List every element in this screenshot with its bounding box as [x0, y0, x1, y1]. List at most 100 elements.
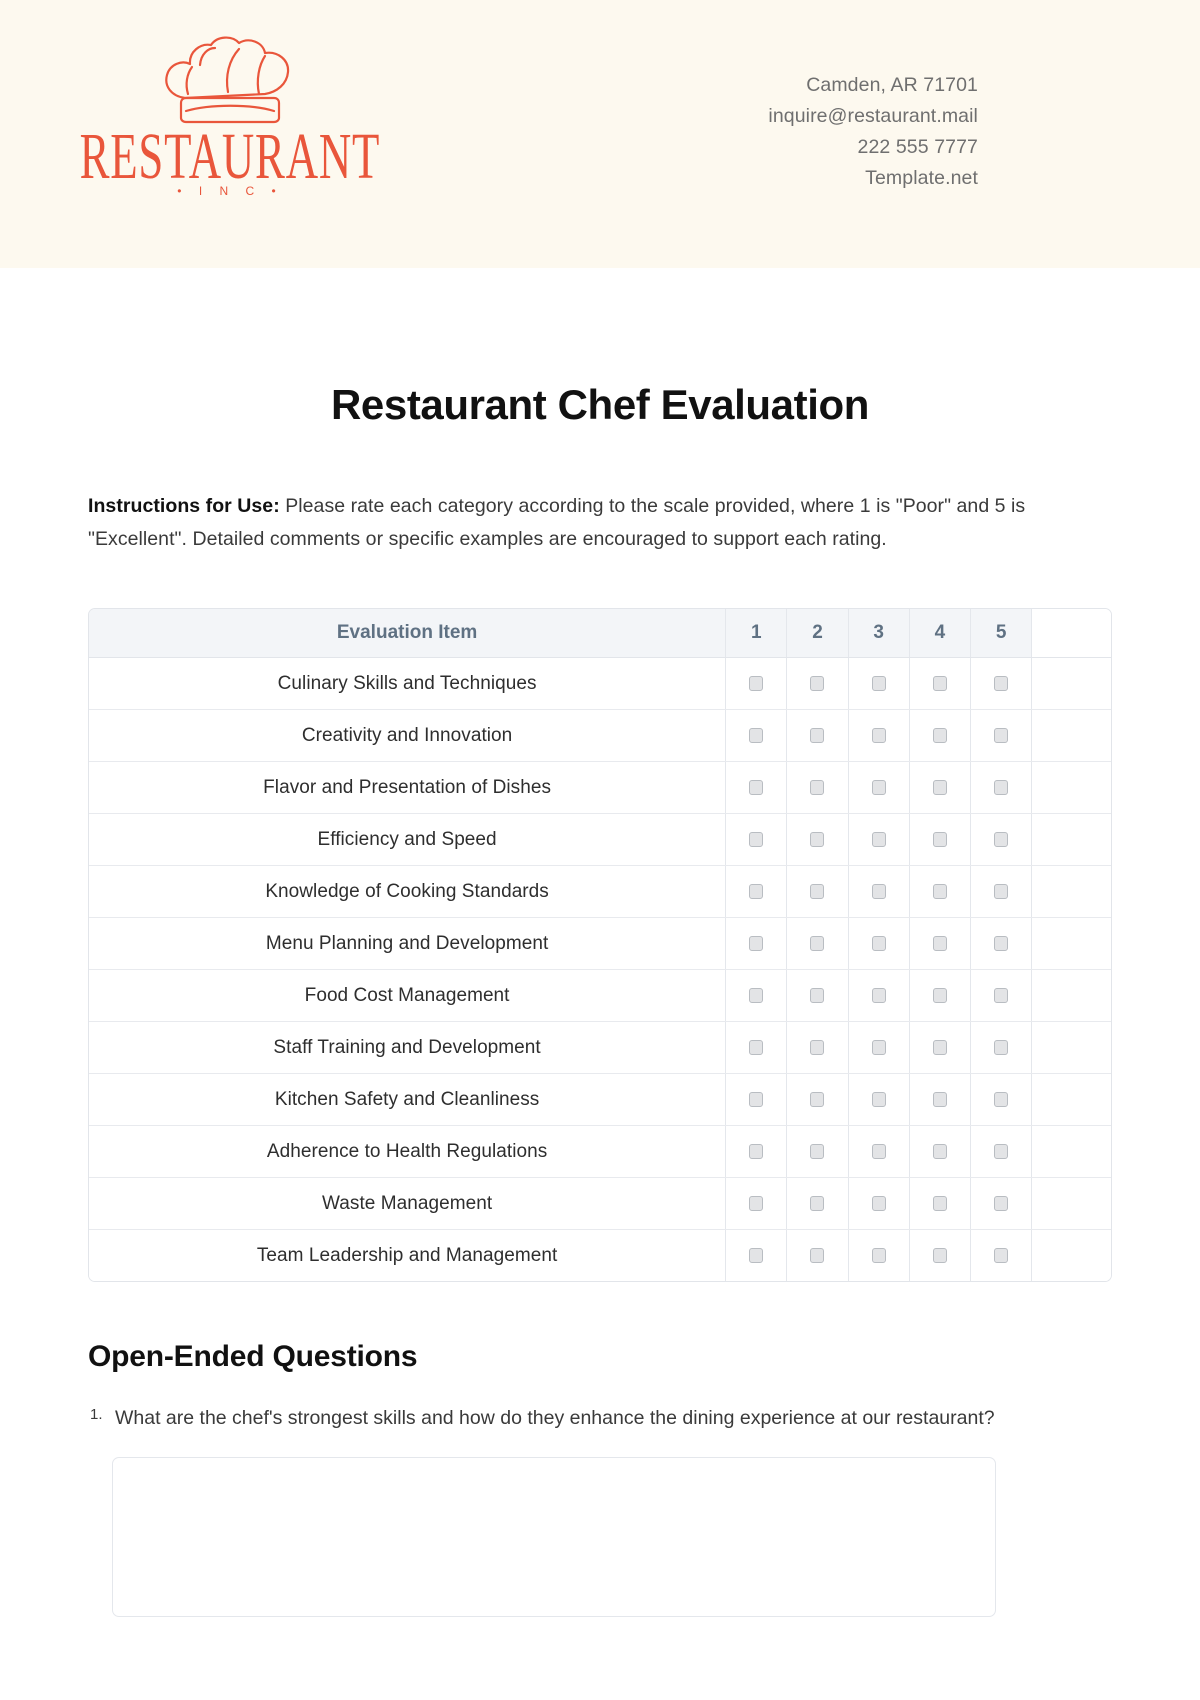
- rating-cell-4[interactable]: [909, 1177, 972, 1230]
- rating-cell-4[interactable]: [909, 1125, 972, 1178]
- rating-checkbox-5[interactable]: [994, 779, 1009, 795]
- rating-checkbox-1[interactable]: [749, 1195, 764, 1211]
- rating-cell-3[interactable]: [848, 1177, 910, 1230]
- rating-cell-1[interactable]: [725, 865, 788, 918]
- rating-checkbox-2[interactable]: [810, 831, 825, 847]
- rating-cell-3[interactable]: [848, 761, 910, 814]
- rating-cell-5[interactable]: [970, 1229, 1033, 1281]
- rating-checkbox-5[interactable]: [994, 727, 1009, 743]
- rating-cell-2[interactable]: [786, 1125, 849, 1178]
- rating-checkbox-3[interactable]: [871, 1143, 886, 1159]
- rating-cell-3[interactable]: [848, 917, 910, 970]
- rating-checkbox-3[interactable]: [871, 1247, 886, 1263]
- rating-checkbox-3[interactable]: [871, 987, 886, 1003]
- rating-checkbox-2[interactable]: [810, 987, 825, 1003]
- rating-checkbox-4[interactable]: [932, 935, 947, 951]
- rating-checkbox-5[interactable]: [994, 831, 1009, 847]
- rating-cell-4[interactable]: [909, 917, 972, 970]
- rating-cell-2[interactable]: [786, 1021, 849, 1074]
- rating-cell-1[interactable]: [725, 709, 788, 762]
- rating-checkbox-1[interactable]: [749, 831, 764, 847]
- rating-cell-2[interactable]: [786, 1177, 849, 1230]
- rating-checkbox-4[interactable]: [932, 727, 947, 743]
- rating-checkbox-4[interactable]: [932, 1247, 947, 1263]
- rating-checkbox-3[interactable]: [871, 675, 886, 691]
- rating-checkbox-3[interactable]: [871, 779, 886, 795]
- rating-cell-3[interactable]: [848, 865, 910, 918]
- rating-cell-1[interactable]: [725, 1177, 788, 1230]
- rating-cell-3[interactable]: [848, 657, 910, 710]
- rating-cell-3[interactable]: [848, 1229, 910, 1281]
- rating-checkbox-2[interactable]: [810, 1195, 825, 1211]
- rating-cell-4[interactable]: [909, 1021, 972, 1074]
- rating-checkbox-1[interactable]: [749, 1091, 764, 1107]
- rating-checkbox-2[interactable]: [810, 1247, 825, 1263]
- rating-cell-3[interactable]: [848, 1073, 910, 1126]
- rating-checkbox-5[interactable]: [994, 675, 1009, 691]
- rating-checkbox-4[interactable]: [932, 1195, 947, 1211]
- rating-cell-4[interactable]: [909, 761, 972, 814]
- rating-checkbox-4[interactable]: [932, 1091, 947, 1107]
- rating-checkbox-1[interactable]: [749, 987, 764, 1003]
- rating-cell-5[interactable]: [970, 709, 1033, 762]
- rating-checkbox-3[interactable]: [871, 831, 886, 847]
- rating-cell-1[interactable]: [725, 917, 788, 970]
- rating-checkbox-5[interactable]: [994, 935, 1009, 951]
- rating-cell-1[interactable]: [725, 813, 788, 866]
- rating-cell-4[interactable]: [909, 969, 972, 1022]
- rating-cell-3[interactable]: [848, 969, 910, 1022]
- rating-cell-2[interactable]: [786, 1073, 849, 1126]
- rating-checkbox-2[interactable]: [810, 1143, 825, 1159]
- rating-checkbox-4[interactable]: [932, 883, 947, 899]
- rating-checkbox-1[interactable]: [749, 727, 764, 743]
- rating-cell-2[interactable]: [786, 709, 849, 762]
- rating-cell-5[interactable]: [970, 1125, 1033, 1178]
- rating-cell-1[interactable]: [725, 969, 788, 1022]
- rating-checkbox-2[interactable]: [810, 727, 825, 743]
- rating-checkbox-4[interactable]: [932, 1143, 947, 1159]
- rating-cell-2[interactable]: [786, 969, 849, 1022]
- rating-cell-5[interactable]: [970, 969, 1033, 1022]
- rating-cell-1[interactable]: [725, 657, 788, 710]
- rating-checkbox-5[interactable]: [994, 1039, 1009, 1055]
- rating-cell-4[interactable]: [909, 813, 972, 866]
- rating-checkbox-1[interactable]: [749, 1247, 764, 1263]
- rating-checkbox-5[interactable]: [994, 987, 1009, 1003]
- rating-cell-5[interactable]: [970, 761, 1033, 814]
- rating-cell-5[interactable]: [970, 917, 1033, 970]
- rating-checkbox-5[interactable]: [994, 1091, 1009, 1107]
- rating-checkbox-1[interactable]: [749, 883, 764, 899]
- rating-checkbox-2[interactable]: [810, 779, 825, 795]
- rating-checkbox-2[interactable]: [810, 1091, 825, 1107]
- rating-checkbox-1[interactable]: [749, 779, 764, 795]
- rating-checkbox-4[interactable]: [932, 675, 947, 691]
- rating-cell-1[interactable]: [725, 761, 788, 814]
- rating-cell-5[interactable]: [970, 1021, 1033, 1074]
- rating-cell-3[interactable]: [848, 709, 910, 762]
- rating-cell-1[interactable]: [725, 1125, 788, 1178]
- rating-cell-1[interactable]: [725, 1021, 788, 1074]
- rating-cell-2[interactable]: [786, 917, 849, 970]
- rating-checkbox-5[interactable]: [994, 1143, 1009, 1159]
- rating-checkbox-5[interactable]: [994, 1195, 1009, 1211]
- rating-checkbox-5[interactable]: [994, 1247, 1009, 1263]
- rating-cell-4[interactable]: [909, 657, 972, 710]
- rating-cell-5[interactable]: [970, 657, 1033, 710]
- rating-cell-2[interactable]: [786, 761, 849, 814]
- rating-cell-2[interactable]: [786, 1229, 849, 1281]
- rating-checkbox-1[interactable]: [749, 675, 764, 691]
- rating-cell-1[interactable]: [725, 1073, 788, 1126]
- rating-checkbox-2[interactable]: [810, 883, 825, 899]
- answer-input[interactable]: [112, 1457, 996, 1617]
- rating-cell-3[interactable]: [848, 1021, 910, 1074]
- rating-cell-4[interactable]: [909, 865, 972, 918]
- rating-cell-4[interactable]: [909, 709, 972, 762]
- rating-checkbox-4[interactable]: [932, 831, 947, 847]
- rating-checkbox-4[interactable]: [932, 779, 947, 795]
- rating-checkbox-2[interactable]: [810, 935, 825, 951]
- rating-cell-2[interactable]: [786, 813, 849, 866]
- rating-checkbox-1[interactable]: [749, 1039, 764, 1055]
- rating-checkbox-3[interactable]: [871, 1091, 886, 1107]
- rating-cell-1[interactable]: [725, 1229, 788, 1281]
- rating-cell-4[interactable]: [909, 1073, 972, 1126]
